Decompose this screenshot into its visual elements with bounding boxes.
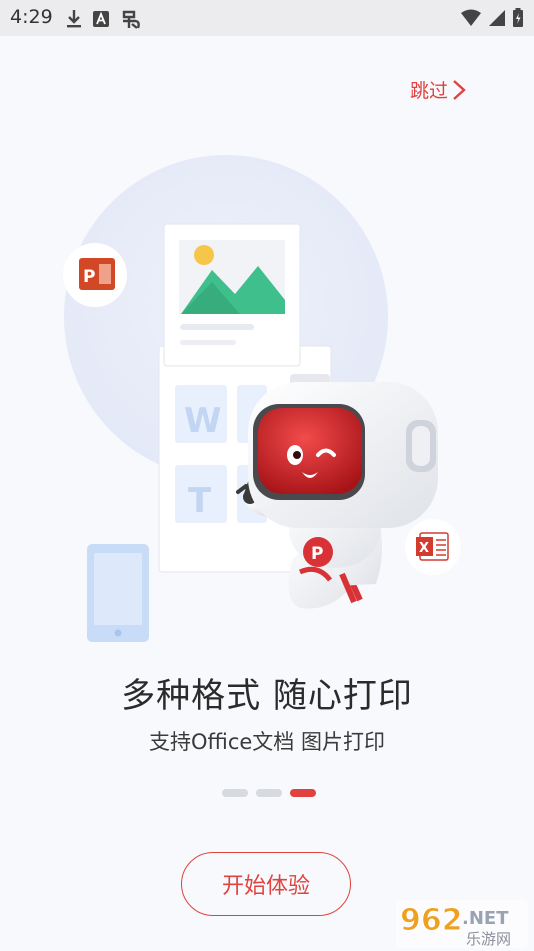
pagination-dots bbox=[222, 789, 316, 797]
start-experience-button[interactable]: 开始体验 bbox=[181, 852, 351, 916]
status-icons-left bbox=[66, 8, 142, 30]
svg-text:P: P bbox=[83, 267, 95, 287]
pagination-dot bbox=[256, 789, 282, 797]
pagination-dot-active bbox=[290, 789, 316, 797]
svg-text:W: W bbox=[184, 401, 222, 441]
svg-text:X: X bbox=[419, 541, 429, 556]
bug-icon bbox=[122, 10, 140, 29]
image-document bbox=[163, 223, 301, 367]
a-box-icon bbox=[93, 11, 109, 27]
robot-mascot: P bbox=[236, 374, 438, 609]
svg-text:T: T bbox=[188, 481, 212, 521]
watermark-sub: 乐游网 bbox=[466, 930, 511, 948]
battery-icon bbox=[513, 8, 523, 27]
download-icon bbox=[67, 10, 81, 28]
watermark-main: 962 bbox=[400, 903, 463, 938]
tablet-icon bbox=[87, 544, 149, 642]
status-time: 4:29 bbox=[10, 6, 53, 28]
chevron-right-icon bbox=[453, 79, 466, 100]
skip-button[interactable]: 跳过 bbox=[410, 76, 466, 103]
page-subtitle: 支持Office文档 图片打印 bbox=[149, 730, 385, 754]
skip-label: 跳过 bbox=[410, 80, 449, 102]
excel-icon: X bbox=[405, 519, 461, 575]
watermark-logo: 962 .NET 乐游网 bbox=[396, 900, 528, 948]
onboarding-illustration: W T P X P bbox=[63, 155, 461, 642]
svg-text:P: P bbox=[311, 544, 323, 564]
ppt-icon: P bbox=[63, 243, 127, 307]
page-title: 多种格式 随心打印 bbox=[121, 676, 413, 716]
status-icons-right bbox=[460, 8, 524, 28]
watermark-suffix: .NET bbox=[462, 908, 509, 929]
status-bar: 4:29 bbox=[0, 0, 534, 36]
wifi-icon bbox=[461, 9, 481, 26]
pagination-dot bbox=[222, 789, 248, 797]
signal-icon bbox=[489, 10, 505, 26]
